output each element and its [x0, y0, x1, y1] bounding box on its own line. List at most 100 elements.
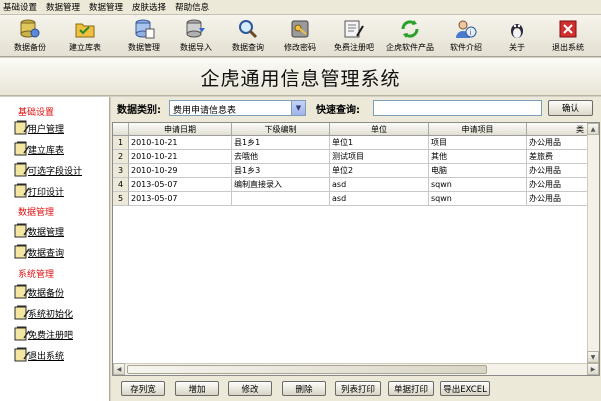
- menu-data-management[interactable]: 数据管理: [46, 1, 80, 13]
- table-cell[interactable]: 去哦他: [232, 150, 330, 164]
- table-cell[interactable]: 编制直接录入: [232, 178, 330, 192]
- scroll-thumb[interactable]: [127, 365, 487, 374]
- column-header[interactable]: 申请项目: [429, 123, 527, 136]
- row-number: 5: [113, 192, 129, 206]
- sidebar-item-label: 数据备份: [28, 289, 65, 299]
- table-cell[interactable]: asd: [330, 178, 429, 192]
- sidebar-item-init[interactable]: 系统初始化: [14, 303, 73, 321]
- table-cell[interactable]: 电脑: [429, 164, 527, 178]
- column-header[interactable]: 单位: [330, 123, 429, 136]
- sidebar-item-label: 打印设计: [28, 188, 65, 198]
- column-header[interactable]: 下级编制: [232, 123, 330, 136]
- toolbar-about-button[interactable]: 关于: [497, 16, 537, 56]
- sidebar-section-data: 数据管理: [18, 208, 55, 218]
- table-cell[interactable]: 2013-05-07: [129, 178, 232, 192]
- category-select[interactable]: 费用申请信息表 ▼: [169, 100, 306, 116]
- svg-text:i: i: [470, 29, 472, 37]
- toolbar-import-button[interactable]: 数据导入: [176, 16, 216, 56]
- add-button[interactable]: 增加: [175, 381, 219, 396]
- menu-basic-settings[interactable]: 基础设置: [3, 1, 37, 13]
- voucher-print-button[interactable]: 单据打印: [388, 381, 434, 396]
- vertical-scrollbar[interactable]: ▲ ▼: [587, 123, 599, 363]
- toolbar-register-button[interactable]: 免费注册吧: [330, 16, 378, 56]
- sidebar-item-label: 免费注册吧: [28, 331, 74, 341]
- sidebar-section-basic: 基础设置: [18, 108, 55, 118]
- folder-pencil-icon: [14, 345, 30, 363]
- folder-pencil-icon: [14, 324, 30, 342]
- table-cell[interactable]: 2010-10-21: [129, 136, 232, 150]
- toolbar-label: 退出系统: [552, 43, 584, 52]
- table-header: 申请日期 下级编制 单位 申请项目 类: [113, 123, 599, 136]
- toolbar-query-button[interactable]: 数据查询: [228, 16, 268, 56]
- sidebar-item-label: 退出系统: [28, 352, 65, 362]
- toolbar-exit-button[interactable]: 退出系统: [546, 16, 590, 56]
- table-cell[interactable]: [232, 192, 330, 206]
- folder-pencil-icon: [14, 242, 30, 260]
- chevron-down-icon[interactable]: ▼: [291, 101, 305, 115]
- toolbar: 数据备份 建立库表 数据管理 数据导入 数据查询 修改密码 免费注册吧 企虎软件…: [0, 15, 601, 57]
- header-corner: [113, 123, 129, 136]
- table-cell[interactable]: 县1乡1: [232, 136, 330, 150]
- table-cell[interactable]: 2010-10-29: [129, 164, 232, 178]
- delete-button[interactable]: 删除: [282, 381, 326, 396]
- toolbar-data-manage-button[interactable]: 数据管理: [124, 16, 164, 56]
- toolbar-create-table-button[interactable]: 建立库表: [63, 16, 107, 56]
- table-cell[interactable]: 其他: [429, 150, 527, 164]
- sidebar-item-data-manage[interactable]: 数据管理: [14, 221, 64, 239]
- folder-pencil-icon: [14, 118, 30, 136]
- refresh-icon: [399, 18, 421, 40]
- folder-pencil-icon: [14, 181, 30, 199]
- toolbar-label: 修改密码: [284, 43, 316, 52]
- sidebar: 基础设置 用户管理 建立库表 可选字段设计 打印设计 数据管理 数据管理 数据查…: [0, 97, 110, 401]
- row-number: 4: [113, 178, 129, 192]
- table-cell[interactable]: sqwn: [429, 192, 527, 206]
- sidebar-item-optional-fields[interactable]: 可选字段设计: [14, 160, 82, 178]
- toolbar-products-button[interactable]: 企虎软件产品: [382, 16, 438, 56]
- table-cell[interactable]: 单位1: [330, 136, 429, 150]
- table-cell[interactable]: 测试项目: [330, 150, 429, 164]
- confirm-button[interactable]: 确认: [548, 100, 593, 116]
- save-column-width-button[interactable]: 存列宽: [121, 381, 165, 396]
- quick-search-input[interactable]: [373, 100, 542, 116]
- database-import-icon: [185, 18, 207, 40]
- toolbar-change-password-button[interactable]: 修改密码: [280, 16, 320, 56]
- scroll-down-icon[interactable]: ▼: [587, 351, 599, 363]
- sidebar-item-create-table[interactable]: 建立库表: [14, 139, 64, 157]
- table-cell[interactable]: 项目: [429, 136, 527, 150]
- table-cell[interactable]: asd: [330, 192, 429, 206]
- sidebar-item-label: 建立库表: [28, 146, 65, 156]
- filter-bar: 数据类别: 费用申请信息表 ▼ 快速查询: 确认: [111, 97, 601, 119]
- menu-skin-select[interactable]: 皮肤选择: [132, 1, 166, 13]
- scroll-up-icon[interactable]: ▲: [587, 123, 599, 135]
- sidebar-item-users[interactable]: 用户管理: [14, 118, 64, 136]
- menu-data-management-2[interactable]: 数据管理: [89, 1, 123, 13]
- scroll-right-icon[interactable]: ▶: [587, 363, 599, 375]
- sidebar-item-exit[interactable]: 退出系统: [14, 345, 64, 363]
- sidebar-item-register[interactable]: 免费注册吧: [14, 324, 73, 342]
- folder-check-icon: [74, 18, 96, 40]
- toolbar-label: 免费注册吧: [334, 43, 374, 52]
- toolbar-label: 数据备份: [14, 43, 46, 52]
- table-cell[interactable]: 单位2: [330, 164, 429, 178]
- menu-help[interactable]: 帮助信息: [175, 1, 209, 13]
- table-cell[interactable]: sqwn: [429, 178, 527, 192]
- table-cell[interactable]: 2013-05-07: [129, 192, 232, 206]
- sidebar-item-print-design[interactable]: 打印设计: [14, 181, 64, 199]
- sidebar-item-backup[interactable]: 数据备份: [14, 282, 64, 300]
- toolbar-backup-button[interactable]: 数据备份: [10, 16, 50, 56]
- data-list-icon: [133, 18, 155, 40]
- column-header[interactable]: 申请日期: [129, 123, 232, 136]
- sidebar-item-data-query[interactable]: 数据查询: [14, 242, 64, 260]
- toolbar-intro-button[interactable]: i 软件介绍: [446, 16, 486, 56]
- scroll-left-icon[interactable]: ◀: [113, 363, 125, 375]
- table-cell[interactable]: 2010-10-21: [129, 150, 232, 164]
- list-print-button[interactable]: 列表打印: [335, 381, 381, 396]
- row-number: 3: [113, 164, 129, 178]
- export-excel-button[interactable]: 导出EXCEL: [440, 381, 490, 396]
- sidebar-section-system: 系统管理: [18, 270, 55, 280]
- toolbar-label: 数据查询: [232, 43, 264, 52]
- edit-button[interactable]: 修改: [228, 381, 272, 396]
- horizontal-scrollbar[interactable]: ◀ ▶: [113, 363, 599, 375]
- folder-pencil-icon: [14, 282, 30, 300]
- table-cell[interactable]: 县1乡3: [232, 164, 330, 178]
